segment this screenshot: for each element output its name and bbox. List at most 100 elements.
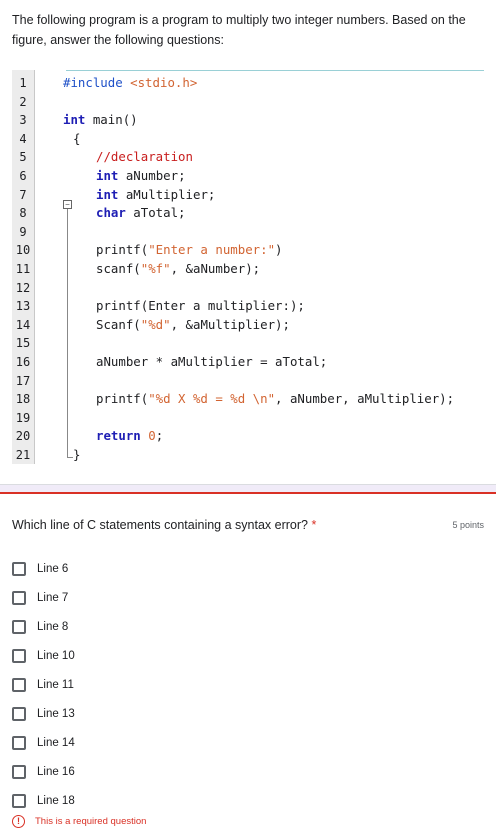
code-line: 18 printf("%d X %d = %d \n", aNumber, aMu… bbox=[12, 390, 484, 408]
code-top-border bbox=[66, 70, 484, 71]
code-token: printf( bbox=[96, 242, 149, 258]
code-line: 20 return 0; bbox=[12, 427, 484, 445]
code-token: } bbox=[73, 447, 81, 462]
option-checkbox[interactable] bbox=[12, 619, 26, 634]
option-checkbox[interactable] bbox=[12, 735, 26, 750]
option-row[interactable]: Line 10 bbox=[12, 641, 75, 670]
code-text: int aNumber; bbox=[96, 167, 186, 185]
line-number: 15 bbox=[15, 336, 31, 351]
options-list: Line 6 Line 7 Line 8 Line 10 Line 11 Line 13 L… bbox=[12, 554, 75, 815]
option-label[interactable]: Line 13 bbox=[37, 708, 75, 720]
code-token: int bbox=[96, 168, 119, 183]
section-divider bbox=[0, 484, 496, 494]
code-line: 5 //declaration bbox=[12, 148, 484, 166]
option-checkbox[interactable] bbox=[12, 677, 26, 692]
line-number: 7 bbox=[19, 187, 27, 202]
code-text: printf(Enter a multiplier:); bbox=[96, 297, 305, 315]
code-token: ; bbox=[155, 428, 164, 444]
code-token: char bbox=[96, 205, 126, 221]
option-row[interactable]: Line 11 bbox=[12, 670, 75, 699]
code-line: 9 bbox=[12, 223, 484, 241]
option-label[interactable]: Line 6 bbox=[37, 563, 68, 575]
code-token: "%f" bbox=[140, 261, 171, 276]
code-line: 6 int aNumber; bbox=[12, 167, 484, 185]
code-text: printf("Enter a number:") bbox=[96, 241, 283, 259]
option-row[interactable]: Line 6 bbox=[12, 554, 75, 583]
option-checkbox[interactable] bbox=[12, 590, 26, 605]
code-token: "%d" bbox=[140, 316, 171, 332]
code-token: int bbox=[96, 186, 119, 202]
code-text: //declaration bbox=[96, 148, 193, 166]
code-token: scanf( bbox=[96, 261, 141, 276]
code-line: 10 printf("Enter a number:") bbox=[12, 241, 484, 259]
code-token: #include bbox=[63, 75, 131, 90]
line-number: 10 bbox=[15, 243, 31, 258]
line-number: 11 bbox=[15, 262, 31, 276]
code-token: return bbox=[96, 428, 141, 444]
code-token: aMultiplier; bbox=[118, 186, 216, 202]
line-number: 21 bbox=[15, 448, 31, 462]
option-label[interactable]: Line 8 bbox=[37, 621, 68, 633]
line-number: 5 bbox=[19, 150, 27, 165]
code-text: char aTotal; bbox=[96, 204, 186, 222]
code-line: 11 scanf("%f", &aNumber); bbox=[12, 260, 484, 278]
line-number: 4 bbox=[19, 131, 27, 146]
code-text: scanf("%f", &aNumber); bbox=[96, 260, 260, 278]
code-text: } bbox=[73, 446, 80, 464]
code-line: 15 bbox=[12, 334, 484, 352]
option-label[interactable]: Line 16 bbox=[37, 766, 75, 778]
option-row[interactable]: Line 18 bbox=[12, 786, 75, 815]
code-figure: 1 #include <stdio.h> 2 3 int main() 4 {5 //decl… bbox=[12, 70, 484, 464]
option-label[interactable]: Line 14 bbox=[37, 737, 75, 749]
option-row[interactable]: Line 13 bbox=[12, 699, 75, 728]
line-number: 19 bbox=[15, 410, 31, 425]
code-text: Scanf("%d", &aMultiplier); bbox=[96, 316, 290, 334]
code-token: Scanf( bbox=[96, 316, 141, 332]
line-number: 1 bbox=[19, 76, 27, 90]
option-checkbox[interactable] bbox=[12, 793, 26, 808]
option-checkbox[interactable] bbox=[12, 706, 26, 721]
code-token: main() bbox=[85, 112, 138, 128]
option-label[interactable]: Line 10 bbox=[37, 650, 75, 662]
code-token: "%d X %d = %d \n" bbox=[148, 391, 276, 407]
option-row[interactable]: Line 14 bbox=[12, 728, 75, 757]
option-label[interactable]: Line 11 bbox=[37, 679, 74, 691]
code-text: int main() bbox=[63, 111, 138, 129]
code-line: 12 bbox=[12, 279, 484, 297]
option-row[interactable]: Line 7 bbox=[12, 583, 75, 612]
option-checkbox[interactable] bbox=[12, 648, 26, 663]
code-line: 13 printf(Enter a multiplier:); bbox=[12, 297, 484, 315]
line-number: 14 bbox=[15, 317, 31, 332]
code-text: printf("%d X %d = %d \n", aNumber, aMult… bbox=[96, 390, 454, 408]
line-number: 12 bbox=[15, 280, 31, 295]
code-text: { bbox=[73, 130, 80, 148]
code-text: #include <stdio.h> bbox=[63, 74, 197, 92]
points-label: 5 points bbox=[452, 520, 484, 530]
required-error: ! This is a required question bbox=[12, 815, 146, 828]
code-line: 7 int aMultiplier; bbox=[12, 186, 484, 204]
line-number: 9 bbox=[19, 224, 27, 239]
error-text: This is a required question bbox=[35, 816, 147, 827]
line-number: 8 bbox=[19, 206, 27, 221]
code-token: //declaration bbox=[96, 149, 193, 165]
option-label[interactable]: Line 7 bbox=[37, 592, 68, 604]
option-label[interactable]: Line 18 bbox=[37, 795, 75, 807]
option-row[interactable]: Line 8 bbox=[12, 612, 75, 641]
code-token: 0 bbox=[148, 428, 156, 444]
question-title: Which line of C statements containing a … bbox=[12, 518, 316, 532]
option-checkbox[interactable] bbox=[12, 764, 26, 779]
line-number: 2 bbox=[19, 94, 27, 109]
line-number: 17 bbox=[15, 373, 31, 388]
line-number: 6 bbox=[19, 169, 27, 183]
fold-collapse-icon: − bbox=[63, 200, 72, 209]
fold-guide-end bbox=[67, 457, 73, 458]
code-text: return 0; bbox=[96, 427, 163, 445]
code-line: 17 bbox=[12, 372, 484, 390]
code-line: 14 Scanf("%d", &aMultiplier); bbox=[12, 316, 484, 334]
line-number: 20 bbox=[15, 429, 31, 444]
code-token: aNumber * aMultiplier = aTotal; bbox=[96, 354, 328, 369]
option-checkbox[interactable] bbox=[12, 561, 26, 576]
line-number: 3 bbox=[19, 113, 27, 128]
code-token: , &aMultiplier); bbox=[170, 316, 290, 332]
option-row[interactable]: Line 16 bbox=[12, 757, 75, 786]
